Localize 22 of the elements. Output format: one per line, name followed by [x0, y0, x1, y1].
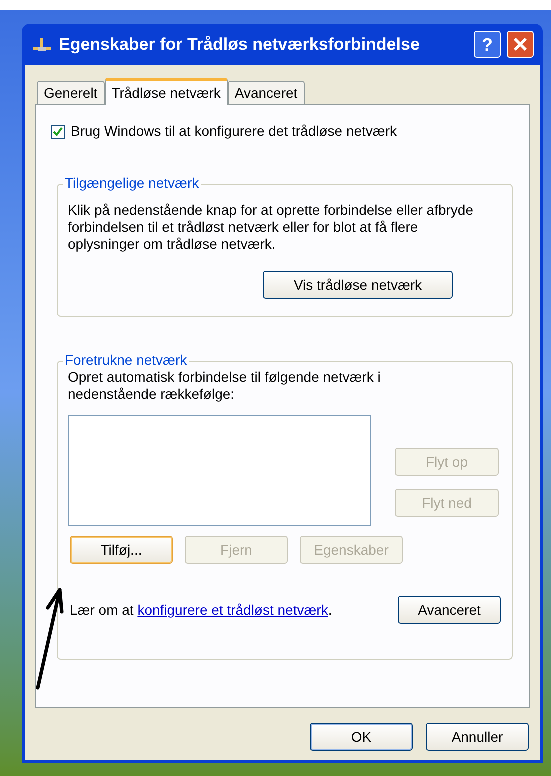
- tab[interactable]: Generelt: [37, 81, 105, 104]
- network-icon: [31, 36, 53, 52]
- checkbox[interactable]: [51, 124, 65, 138]
- close-icon: [513, 37, 528, 52]
- dialog-button[interactable]: OK: [310, 723, 413, 751]
- description-text: Opret automatisk forbindelse til følgende netværk i nedenstående rækkefølge:: [68, 369, 382, 403]
- check-icon: [53, 126, 63, 136]
- network-list[interactable]: [68, 415, 371, 526]
- tab[interactable]: Avanceret: [228, 81, 305, 104]
- tab[interactable]: Trådløse netværk: [104, 78, 228, 105]
- help-button[interactable]: ?: [474, 31, 501, 58]
- dialog-button[interactable]: Annuller: [426, 723, 529, 751]
- description-text: Klik på nedenstående knap for at oprette forbindelse eller afbryde forbindelsen til et trådløst netværk eller for blot at få flere oplysninger om trådløse netværk.: [68, 202, 474, 253]
- advanced-button[interactable]: Avanceret: [398, 596, 501, 624]
- network-action-button[interactable]: Tilføj...: [70, 536, 173, 564]
- window-title: Egenskaber for Trådløs netværksforbindelse: [59, 34, 421, 56]
- close-button[interactable]: [507, 31, 534, 58]
- group-title: Tilgængelige netværk: [63, 175, 202, 192]
- learn-text: Lær om at konfigurere et trådløst netværk.: [70, 600, 334, 620]
- configure-link[interactable]: konfigurere et trådløst netværk: [138, 602, 328, 618]
- show-networks-button[interactable]: Vis trådløse netværk: [263, 271, 453, 299]
- checkbox-label: Brug Windows til at konfigurere det trådløse netværk: [71, 122, 398, 141]
